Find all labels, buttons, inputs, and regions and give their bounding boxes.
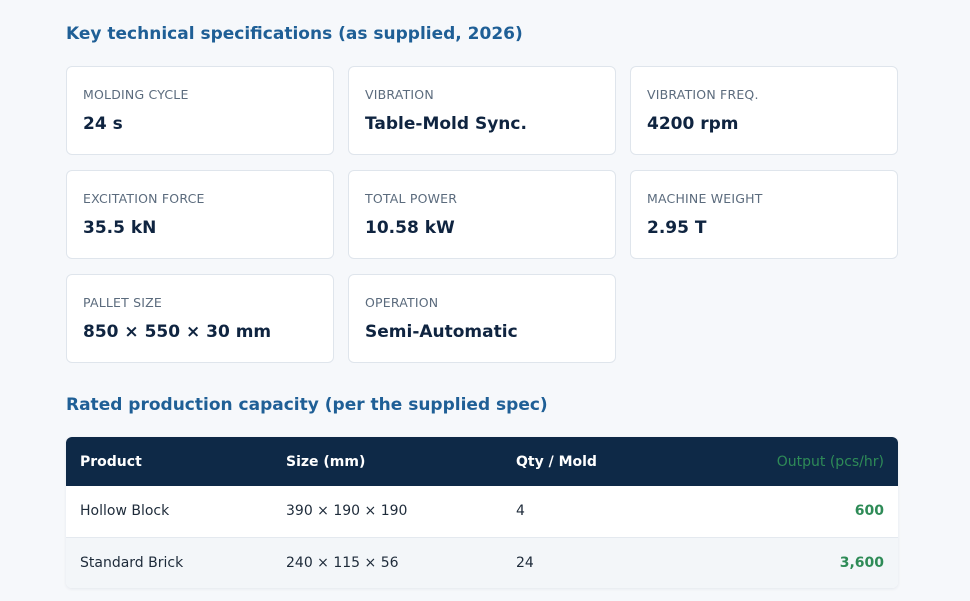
spec-card-machine-weight: MACHINE WEIGHT 2.95 T: [630, 170, 898, 259]
col-header-qty: Qty / Mold: [516, 453, 597, 470]
cell-size: 240 × 115 × 56: [286, 554, 399, 571]
table-row: Standard Brick 240 × 115 × 56 24 3,600: [66, 537, 898, 588]
spec-label: EXCITATION FORCE: [83, 191, 205, 206]
table-header-row: Product Size (mm) Qty / Mold Output (pcs…: [66, 437, 898, 486]
spec-value: Table-Mold Sync.: [365, 114, 527, 134]
spec-card-vibration: VIBRATION Table-Mold Sync.: [348, 66, 616, 155]
spec-label: MOLDING CYCLE: [83, 87, 189, 102]
spec-label: MACHINE WEIGHT: [647, 191, 763, 206]
spec-card-operation: OPERATION Semi-Automatic: [348, 274, 616, 363]
spec-card-molding-cycle: MOLDING CYCLE 24 s: [66, 66, 334, 155]
spec-value: 850 × 550 × 30 mm: [83, 322, 272, 342]
capacity-table-container: Product Size (mm) Qty / Mold Output (pcs…: [66, 437, 898, 588]
cell-product: Standard Brick: [80, 554, 184, 571]
spec-value: 24 s: [83, 114, 123, 134]
capacity-table: Product Size (mm) Qty / Mold Output (pcs…: [66, 437, 898, 588]
spec-value: 2.95 T: [647, 218, 707, 238]
cell-product: Hollow Block: [80, 503, 170, 520]
cell-qty: 24: [516, 554, 534, 571]
specs-grid: MOLDING CYCLE 24 s VIBRATION Table-Mold …: [66, 66, 898, 363]
cell-output: 3,600: [839, 554, 884, 571]
col-header-product: Product: [80, 453, 142, 470]
capacity-section-title: Rated production capacity (per the suppl…: [66, 395, 548, 415]
cell-output: 600: [854, 503, 884, 520]
spec-value: 10.58 kW: [365, 218, 455, 238]
spec-card-vibration-freq: VIBRATION FREQ. 4200 rpm: [630, 66, 898, 155]
table-row: Hollow Block 390 × 190 × 190 4 600: [66, 486, 898, 537]
spec-label: VIBRATION FREQ.: [647, 87, 759, 102]
spec-value: 35.5 kN: [83, 218, 157, 238]
spec-label: VIBRATION: [365, 87, 434, 102]
specs-section-title: Key technical specifications (as supplie…: [66, 24, 523, 44]
cell-qty: 4: [516, 503, 525, 520]
spec-card-pallet-size: PALLET SIZE 850 × 550 × 30 mm: [66, 274, 334, 363]
spec-value: 4200 rpm: [647, 114, 739, 134]
spec-card-total-power: TOTAL POWER 10.58 kW: [348, 170, 616, 259]
col-header-size: Size (mm): [286, 453, 366, 470]
spec-label: PALLET SIZE: [83, 295, 163, 310]
cell-size: 390 × 190 × 190: [286, 503, 408, 520]
spec-card-excitation-force: EXCITATION FORCE 35.5 kN: [66, 170, 334, 259]
spec-label: TOTAL POWER: [365, 191, 458, 206]
col-header-output: Output (pcs/hr): [776, 453, 884, 470]
spec-label: OPERATION: [365, 295, 439, 310]
spec-value: Semi-Automatic: [365, 322, 518, 342]
